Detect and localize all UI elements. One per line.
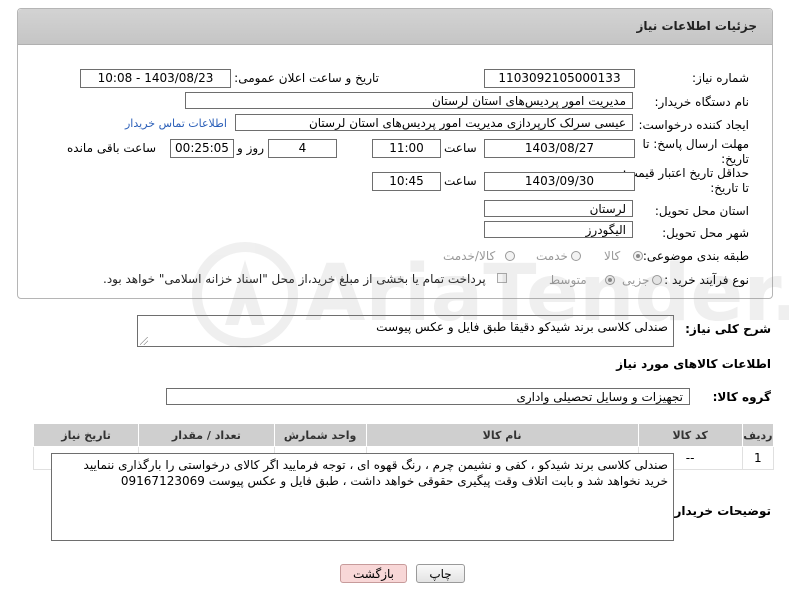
buyer-notes-text: صندلی کلاسی برند شیدکو ، کفی و نشیمن چرم… — [83, 458, 668, 488]
deadline-date-field: 1403/08/27 — [484, 139, 635, 158]
goods-group-label: گروه کالا: — [712, 390, 771, 404]
cell-row: 1 — [741, 446, 775, 470]
need-number-field: 1103092105000133 — [484, 69, 635, 88]
price-validity-label: حداقل تاریخ اعتبار قیمت: تا تاریخ: — [622, 166, 749, 195]
resize-grip-icon[interactable] — [140, 337, 148, 345]
creator-label: ایجاد کننده درخواست: — [638, 118, 749, 132]
validity-time-field: 10:45 — [372, 172, 441, 191]
category-option-service: خدمت — [536, 249, 568, 263]
remaining-time-label: ساعت باقی مانده — [67, 141, 157, 155]
announce-label: تاریخ و ساعت اعلان عمومی: — [234, 71, 379, 85]
purchase-option-minor: جزیی — [622, 273, 650, 287]
treasury-payment-checkbox[interactable] — [497, 273, 507, 283]
category-radio-goods[interactable] — [633, 251, 643, 261]
category-radio-goods-service[interactable] — [505, 251, 515, 261]
creator-field: عیسی سرلک کارپردازی مدیریت امور پردیس‌ها… — [235, 114, 633, 131]
remaining-time-field: 00:25:05 — [170, 139, 234, 158]
description-label: شرح کلی نیاز: — [685, 322, 771, 336]
province-field: لرستان — [484, 200, 633, 217]
need-number-label: شماره نیاز: — [692, 71, 749, 85]
validity-date-field: 1403/09/30 — [484, 172, 635, 191]
col-header-row: ردیف — [741, 423, 775, 447]
announce-datetime-field: 1403/08/23 - 10:08 — [80, 69, 231, 88]
days-label: روز و — [237, 141, 264, 155]
category-radio-service[interactable] — [571, 251, 581, 261]
category-label: طبقه بندی موضوعی: — [642, 249, 749, 263]
treasury-payment-note: پرداخت تمام یا بخشی از مبلغ خرید،از محل … — [103, 272, 486, 286]
description-text: صندلی کلاسی برند شیدکو دقیقا طبق فایل و … — [376, 320, 668, 334]
deadline-label: مهلت ارسال پاسخ: تا تاریخ: — [642, 137, 749, 166]
goods-section-title: اطلاعات کالاهای مورد نیاز — [616, 357, 771, 371]
buyer-contact-link[interactable]: اطلاعات تماس خریدار — [125, 117, 227, 130]
buyer-notes-textarea[interactable]: صندلی کلاسی برند شیدکو ، کفی و نشیمن چرم… — [51, 453, 674, 541]
buyer-notes-label: توضیحات خریدار: — [669, 504, 771, 518]
col-header-qty: تعداد / مقدار — [138, 423, 275, 447]
province-label: استان محل تحویل: — [654, 204, 749, 218]
col-header-unit: واحد شمارش — [273, 423, 367, 447]
city-field: الیگودرز — [484, 221, 633, 238]
col-header-code: کد کالا — [637, 423, 743, 447]
purchase-type-label: نوع فرآیند خرید : — [664, 273, 749, 287]
buyer-org-label: نام دستگاه خریدار: — [654, 95, 750, 109]
print-button[interactable]: چاپ — [416, 564, 465, 583]
panel-header: جزئیات اطلاعات نیاز — [18, 9, 772, 45]
category-option-goods-service: کالا/خدمت — [443, 249, 496, 263]
description-textarea[interactable]: صندلی کلاسی برند شیدکو دقیقا طبق فایل و … — [137, 315, 674, 347]
col-header-name: نام کالا — [365, 423, 639, 447]
category-option-goods: کالا — [604, 249, 621, 263]
deadline-time-field: 11:00 — [372, 139, 441, 158]
days-remaining-field: 4 — [268, 139, 337, 158]
purchase-radio-medium[interactable] — [605, 275, 615, 285]
validity-time-label: ساعت — [444, 174, 477, 188]
back-button[interactable]: بازگشت — [340, 564, 407, 583]
deadline-time-label: ساعت — [444, 141, 477, 155]
col-header-date: تاریخ نیاز — [32, 423, 140, 447]
goods-table-header: ردیف کد کالا نام کالا واحد شمارش تعداد /… — [32, 423, 775, 447]
panel-title: جزئیات اطلاعات نیاز — [636, 19, 757, 33]
goods-group-field: تجهیزات و وسایل تحصیلی واداری — [166, 388, 690, 405]
buyer-org-field: مدیریت امور پردیس‌های استان لرستان — [185, 92, 633, 109]
purchase-radio-minor[interactable] — [652, 275, 662, 285]
city-label: شهر محل تحویل: — [662, 226, 749, 240]
purchase-option-medium: متوسط — [549, 273, 587, 287]
